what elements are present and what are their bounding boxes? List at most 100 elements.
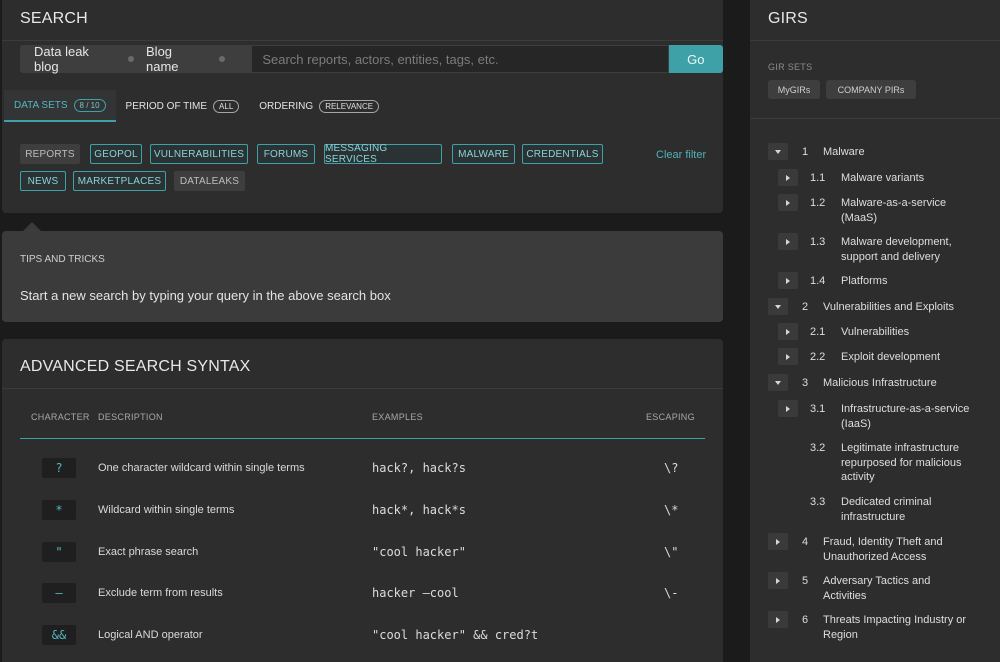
syntax-example: hack*, hack*s xyxy=(372,503,466,517)
table-row: * Wildcard within single terms hack*, ha… xyxy=(2,500,723,520)
gir-tree-item[interactable]: 4 Fraud, Identity Theft and Unauthorized… xyxy=(750,533,1000,565)
gir-number: 1.2 xyxy=(810,197,826,209)
caret-right-icon xyxy=(776,616,780,623)
syntax-escape: \- xyxy=(664,586,679,600)
data-sets-count-badge: 8 / 10 xyxy=(73,98,106,112)
filter-chip-forums[interactable]: FORUMS xyxy=(257,144,315,164)
breadcrumb-separator xyxy=(128,56,135,62)
breadcrumb-blog-name[interactable]: Blog name xyxy=(146,44,207,74)
column-header-character: CHARACTER xyxy=(31,412,90,422)
gir-tree-item[interactable]: 2.2 Exploit development xyxy=(750,348,1000,367)
tab-period-label: PERIOD OF TIME xyxy=(125,100,208,112)
gir-sets-label: GIR SETS xyxy=(768,62,813,72)
tab-ordering[interactable]: ORDERING RELEVANCE xyxy=(249,90,389,122)
gir-label: Malware-as-a-service (MaaS) xyxy=(841,197,947,224)
gir-tree-item[interactable]: 3.1 Infrastructure-as-a-service (IaaS) xyxy=(750,400,1000,432)
gir-set-mygirs-button[interactable]: MyGIRs xyxy=(768,80,820,99)
gir-tree-item[interactable]: 2 Vulnerabilities and Exploits xyxy=(750,298,1000,317)
expand-toggle-icon[interactable] xyxy=(778,348,798,365)
gir-number: 1.3 xyxy=(810,236,826,248)
syntax-char: && xyxy=(42,625,76,645)
filter-chip-dataleaks[interactable]: DATALEAKS xyxy=(174,171,245,191)
table-row: ? One character wildcard within single t… xyxy=(2,458,723,478)
gir-number: 3 xyxy=(802,377,809,389)
expand-toggle-icon[interactable] xyxy=(778,169,798,186)
gir-tree-item[interactable]: 1.3 Malware development, support and del… xyxy=(750,233,1000,265)
gir-set-company-pirs-button[interactable]: COMPANY PIRs xyxy=(826,80,916,99)
gir-tree-item[interactable]: 1 Malware xyxy=(750,143,1000,162)
expand-toggle-icon[interactable] xyxy=(778,400,798,417)
gir-label: Threats Impacting Industry or Region xyxy=(823,614,967,641)
column-header-escaping: ESCAPING xyxy=(646,412,695,422)
tab-data-sets[interactable]: DATA SETS 8 / 10 xyxy=(4,90,116,122)
expand-toggle-icon[interactable] xyxy=(778,233,798,250)
breadcrumb-data-leak-blog[interactable]: Data leak blog xyxy=(34,44,116,74)
filter-chip-geopol[interactable]: GEOPOL xyxy=(90,144,142,164)
caret-right-icon xyxy=(786,199,790,206)
gir-label: Exploit development xyxy=(841,351,941,363)
header-rule xyxy=(20,438,705,439)
clear-filter-link[interactable]: Clear filter xyxy=(656,149,706,161)
gir-tree-item[interactable]: 1.4 Platforms xyxy=(750,272,1000,291)
filter-chip-reports[interactable]: REPORTS xyxy=(20,144,80,164)
search-divider xyxy=(2,40,723,41)
filter-chip-messaging-services[interactable]: MESSAGING SERVICES xyxy=(324,143,442,165)
column-header-examples: EXAMPLES xyxy=(372,412,423,422)
search-title: SEARCH xyxy=(20,10,88,27)
caret-down-icon xyxy=(775,304,781,309)
gir-tree-item[interactable]: 3.2 Legitimate infrastructure repurposed… xyxy=(750,441,1000,485)
gir-label: Malware xyxy=(823,146,865,158)
caret-down-icon xyxy=(775,149,781,154)
syntax-char: ? xyxy=(42,458,76,478)
gir-tree-item[interactable]: 3 Malicious Infrastructure xyxy=(750,374,1000,393)
gir-tree-item[interactable]: 6 Threats Impacting Industry or Region xyxy=(750,611,1000,643)
caret-right-icon xyxy=(786,405,790,412)
syntax-escape: \* xyxy=(664,503,679,517)
gir-label: Malware variants xyxy=(841,172,925,184)
gir-number: 2.1 xyxy=(810,326,826,338)
gir-tree-item[interactable]: 1.2 Malware-as-a-service (MaaS) xyxy=(750,194,1000,226)
caret-right-icon xyxy=(786,174,790,181)
filter-chip-news[interactable]: NEWS xyxy=(20,171,66,191)
gir-tree-item[interactable]: 3.3 Dedicated criminal infrastructure xyxy=(750,495,1000,525)
tab-period-of-time[interactable]: PERIOD OF TIME ALL xyxy=(116,90,250,122)
expand-toggle-icon[interactable] xyxy=(768,611,788,628)
gir-number: 2.2 xyxy=(810,351,826,363)
filter-chip-credentials[interactable]: CREDENTIALS xyxy=(522,144,603,164)
filter-chip-marketplaces[interactable]: MARKETPLACES xyxy=(73,171,166,191)
tab-data-sets-label: DATA SETS xyxy=(14,99,68,111)
table-row: && Logical AND operator "cool hacker" &&… xyxy=(2,625,723,645)
syntax-char: – xyxy=(42,583,76,603)
filter-chip-malware[interactable]: MALWARE xyxy=(452,144,515,164)
gir-label: Vulnerabilities and Exploits xyxy=(823,301,955,313)
gir-tree-item[interactable]: 1.1 Malware variants xyxy=(750,169,1000,188)
period-badge: ALL xyxy=(213,99,240,113)
syntax-description: One character wildcard within single ter… xyxy=(98,462,305,474)
gir-tree-item[interactable]: 5 Adversary Tactics and Activities xyxy=(750,572,1000,604)
girs-divider xyxy=(750,40,1000,41)
gir-number: 5 xyxy=(802,575,809,587)
collapse-toggle-icon[interactable] xyxy=(768,298,788,315)
gir-label: Malware development, support and deliver… xyxy=(841,236,952,263)
expand-toggle-icon[interactable] xyxy=(768,533,788,550)
gir-label: Vulnerabilities xyxy=(841,326,910,338)
gir-number: 3.1 xyxy=(810,403,826,415)
collapse-toggle-icon[interactable] xyxy=(768,374,788,391)
caret-right-icon xyxy=(786,353,790,360)
expand-toggle-icon[interactable] xyxy=(778,194,798,211)
tips-label: TIPS AND TRICKS xyxy=(20,254,105,265)
caret-right-icon xyxy=(786,238,790,245)
expand-toggle-icon[interactable] xyxy=(778,323,798,340)
expand-toggle-icon[interactable] xyxy=(768,572,788,589)
expand-toggle-icon[interactable] xyxy=(778,272,798,289)
filter-chip-vulnerabilities[interactable]: VULNERABILITIES xyxy=(150,144,248,164)
gir-tree-item[interactable]: 2.1 Vulnerabilities xyxy=(750,323,1000,342)
advanced-syntax-panel: ADVANCED SEARCH SYNTAX CHARACTER DESCRIP… xyxy=(2,339,723,662)
caret-right-icon xyxy=(786,328,790,335)
go-button[interactable]: Go xyxy=(668,45,723,73)
collapse-toggle-icon[interactable] xyxy=(768,143,788,160)
gir-label: Platforms xyxy=(841,275,888,287)
caret-down-icon xyxy=(775,380,781,385)
search-input[interactable] xyxy=(251,45,669,73)
advanced-syntax-title: ADVANCED SEARCH SYNTAX xyxy=(20,358,251,375)
